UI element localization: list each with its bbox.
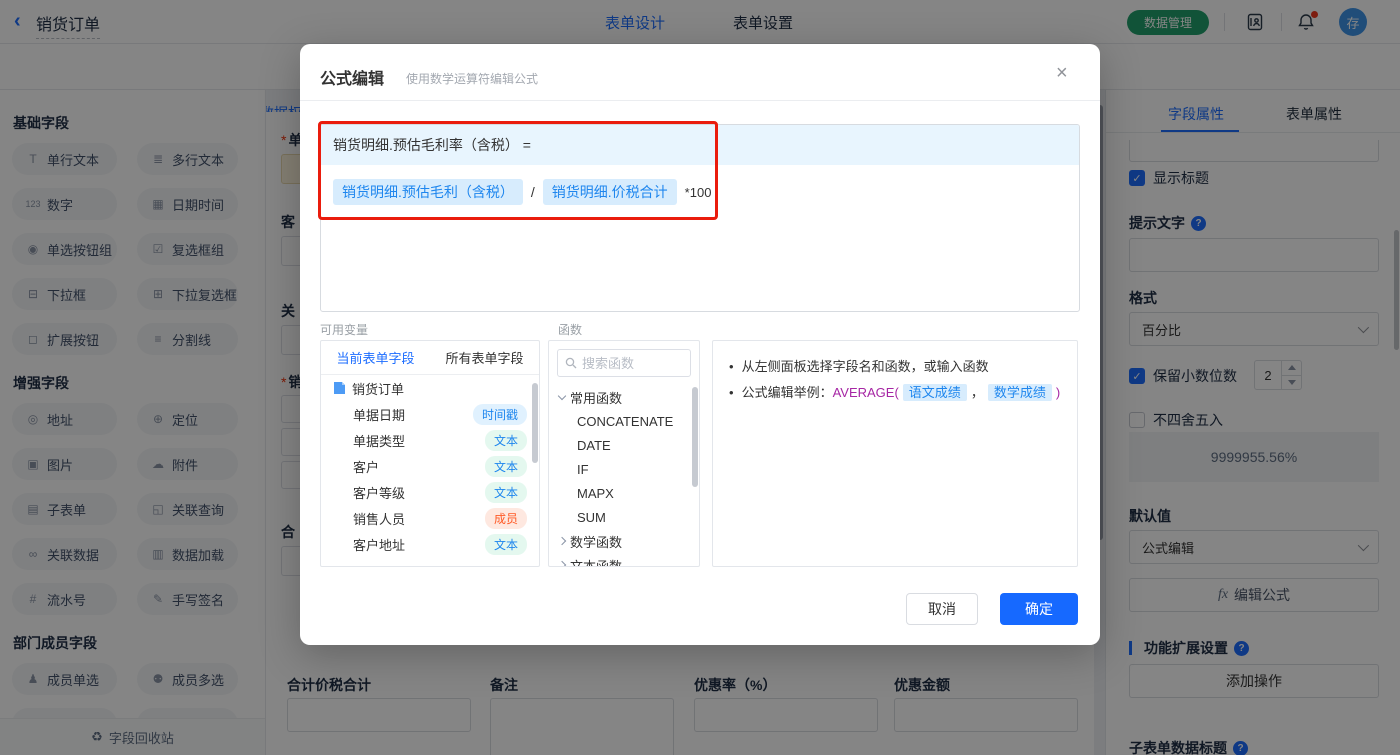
type-badge: 文本 xyxy=(484,481,527,503)
variable-row[interactable]: 单据日期 时间戳 xyxy=(321,401,539,427)
formula-suffix: *100 xyxy=(684,184,712,200)
function-item[interactable]: SUM xyxy=(549,505,699,529)
function-item[interactable]: CONCATENATE xyxy=(549,409,699,433)
variable-row[interactable]: 客户 文本 xyxy=(321,453,539,479)
app-root: ‹ 销货订单 表单设计 表单设置 数据管理 存 表单 xyxy=(0,0,1400,755)
variables-panel: 当前表单字段 所有表单字段 销货订单 单据日期 时间戳 单据类型 文本 客户 文本 客… xyxy=(320,340,540,567)
type-badge: 时间戳 xyxy=(472,403,527,425)
close-icon[interactable]: × xyxy=(1056,62,1068,84)
formula-editor-modal: 公式编辑 使用数学运算符编辑公式 × 销货明细.预估毛利率（含税） = 销货明细… xyxy=(300,44,1100,645)
formula-hints-panel: • 从左侧面板选择字段名和函数，或输入函数 • 公式编辑举例：AVERAGE(语文成… xyxy=(712,340,1078,567)
formula-editor-area[interactable]: 销货明细.预估毛利率（含税） = 销货明细.预估毛利（含税） / 销货明细.价税… xyxy=(320,124,1080,312)
variable-row[interactable]: 单据类型 文本 xyxy=(321,427,539,453)
type-badge: 文本 xyxy=(484,533,527,555)
variable-row[interactable]: 销售人员 成员 xyxy=(321,505,539,531)
variables-scrollbar[interactable] xyxy=(532,383,538,463)
variables-tabs: 当前表单字段 所有表单字段 xyxy=(321,341,539,375)
functions-scrollbar[interactable] xyxy=(692,387,698,487)
hint-line-1: • 从左侧面板选择字段名和函数，或输入函数 xyxy=(729,359,989,374)
tab-current-form-fields[interactable]: 当前表单字段 xyxy=(321,348,430,367)
variables-root-node[interactable]: 销货订单 xyxy=(321,375,539,401)
chevron-collapsed-icon xyxy=(557,560,567,566)
variable-row[interactable]: 客户等级 文本 xyxy=(321,479,539,505)
formula-expression-line[interactable]: 销货明细.预估毛利（含税） / 销货明细.价税合计 *100 xyxy=(321,165,1079,219)
modal-subtitle: 使用数学运算符编辑公式 xyxy=(406,72,539,86)
example-field-chip: 数学成绩 xyxy=(987,384,1052,401)
field-chip[interactable]: 销货明细.价税合计 xyxy=(542,179,677,205)
variables-label: 可用变量 xyxy=(320,323,369,337)
type-badge: 成员 xyxy=(484,507,527,529)
modal-header-divider xyxy=(300,100,1100,101)
function-item[interactable]: DATE xyxy=(549,433,699,457)
function-group-common[interactable]: 常用函数 xyxy=(549,385,699,409)
operator: / xyxy=(530,184,535,200)
variable-row[interactable]: 客户地址 文本 xyxy=(321,531,539,557)
function-group-math[interactable]: 数学函数 xyxy=(549,529,699,553)
search-icon xyxy=(565,357,577,369)
function-search[interactable] xyxy=(557,349,691,377)
function-item[interactable]: MAPX xyxy=(549,481,699,505)
chevron-expanded-icon xyxy=(557,391,567,400)
functions-label: 函数 xyxy=(558,323,583,337)
function-item[interactable]: IF xyxy=(549,457,699,481)
type-badge: 文本 xyxy=(484,455,527,477)
tab-all-form-fields[interactable]: 所有表单字段 xyxy=(430,348,539,367)
modal-title: 公式编辑 xyxy=(320,71,385,88)
example-field-chip: 语文成绩 xyxy=(902,384,967,401)
function-group-text[interactable]: 文本函数 xyxy=(549,553,699,566)
example-function-name: AVERAGE( xyxy=(832,385,899,400)
formula-target-line: 销货明细.预估毛利率（含税） = xyxy=(321,125,1079,165)
hint-line-2: • 公式编辑举例：AVERAGE(语文成绩，数学成绩) xyxy=(729,384,1061,401)
field-chip[interactable]: 销货明细.预估毛利（含税） xyxy=(333,179,523,205)
cancel-button[interactable]: 取消 xyxy=(906,593,978,625)
function-search-input[interactable] xyxy=(582,355,682,371)
type-badge: 文本 xyxy=(484,429,527,451)
chevron-collapsed-icon xyxy=(557,536,567,546)
confirm-button[interactable]: 确定 xyxy=(1000,593,1078,625)
form-doc-icon xyxy=(333,381,346,395)
functions-panel: 常用函数 CONCATENATE DATE IF MAPX SUM 数学函数 文… xyxy=(548,340,700,567)
